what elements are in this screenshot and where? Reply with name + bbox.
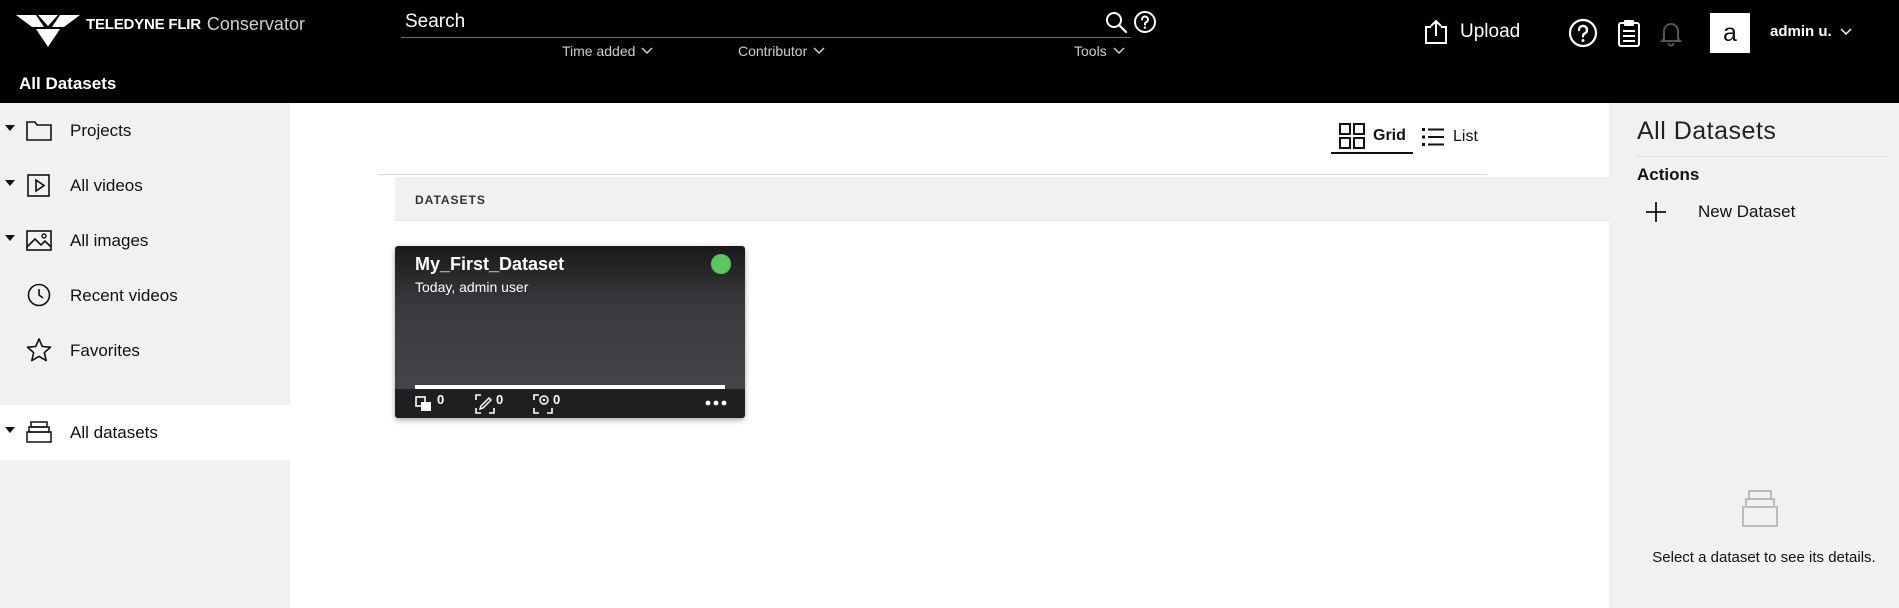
sidebar-item-all-datasets[interactable]: All datasets <box>0 405 290 460</box>
search-input[interactable] <box>401 10 1131 33</box>
dataset-icon <box>1742 490 1778 527</box>
expand-caret-icon[interactable] <box>5 235 15 241</box>
search-bar <box>401 6 1131 38</box>
expand-caret-icon[interactable] <box>5 427 15 433</box>
actions-heading: Actions <box>1637 165 1700 184</box>
teledyne-logo-icon <box>16 15 80 47</box>
search-help-icon[interactable] <box>1133 10 1157 34</box>
dataset-name: My_First_Dataset <box>415 254 565 274</box>
sidebar-item-label: Projects <box>70 120 132 140</box>
sidebar-item-label: Recent videos <box>70 285 178 305</box>
qa-count: 0 <box>553 392 561 407</box>
filter-label: Tools <box>1074 43 1107 59</box>
sidebar: Projects All videos All images Recent vi… <box>0 103 290 608</box>
new-dataset-label: New Dataset <box>1698 202 1796 221</box>
bell-icon[interactable] <box>1656 18 1686 48</box>
view-list-button[interactable]: List <box>1419 120 1478 154</box>
frames-stat: 0 <box>415 392 444 412</box>
new-dataset-button[interactable]: New Dataset <box>1645 201 1795 223</box>
more-options-icon[interactable] <box>705 399 727 407</box>
sidebar-item-label: All datasets <box>70 422 158 442</box>
user-menu[interactable]: admin u. <box>1770 23 1852 40</box>
upload-label: Upload <box>1460 21 1521 42</box>
dataset-card[interactable]: My_First_Dataset Today, admin user 0 0 0 <box>395 246 745 418</box>
upload-button[interactable]: Upload <box>1424 19 1520 45</box>
main-content: Grid List DATASETS My_First_Dataset Toda… <box>290 103 1609 608</box>
frames-count: 0 <box>437 392 445 407</box>
view-grid-button[interactable]: Grid <box>1331 120 1413 154</box>
annotations-stat: 0 <box>475 392 503 414</box>
qa-stat: 0 <box>533 392 560 414</box>
filter-time-added[interactable]: Time added <box>562 43 653 59</box>
top-header: TELEDYNE FLIR Conservator All Datasets T… <box>0 0 1899 103</box>
filter-label: Time added <box>562 43 636 59</box>
clipboard-icon[interactable] <box>1614 18 1644 48</box>
view-list-label: List <box>1453 128 1478 145</box>
page-title: All Datasets <box>19 74 117 93</box>
view-grid-label: Grid <box>1373 127 1406 144</box>
filter-label: Contributor <box>738 43 808 59</box>
annotations-count: 0 <box>496 392 504 407</box>
app-logo[interactable]: TELEDYNE FLIR Conservator <box>14 13 305 49</box>
filter-contributor[interactable]: Contributor <box>738 43 825 59</box>
section-header: DATASETS <box>395 177 1609 221</box>
user-name: admin u. <box>1770 23 1832 40</box>
details-panel: All Datasets Actions New Dataset Select … <box>1609 103 1899 608</box>
card-footer: 0 0 0 <box>395 389 745 418</box>
star-icon <box>26 338 52 362</box>
expand-caret-icon[interactable] <box>5 180 15 186</box>
chevron-down-icon <box>1840 27 1852 35</box>
sidebar-item-label: All images <box>70 230 149 250</box>
grid-icon <box>1339 123 1365 149</box>
sidebar-item-all-images[interactable]: All images <box>0 213 290 268</box>
filter-tools[interactable]: Tools <box>1074 43 1125 59</box>
qa-status-icon <box>533 394 553 414</box>
avatar[interactable]: a <box>1710 13 1750 53</box>
sidebar-item-projects[interactable]: Projects <box>0 103 290 158</box>
clock-icon <box>27 283 51 307</box>
status-indicator <box>711 254 731 274</box>
section-title: DATASETS <box>415 193 486 207</box>
empty-state-message: Select a dataset to see its details. <box>1652 549 1876 566</box>
frames-icon <box>415 396 431 411</box>
help-icon[interactable] <box>1568 18 1598 48</box>
brand-name: TELEDYNE FLIR <box>86 15 201 33</box>
divider <box>1637 156 1887 157</box>
sidebar-item-all-videos[interactable]: All videos <box>0 158 290 213</box>
chevron-down-icon <box>813 47 825 55</box>
dataset-icon <box>26 421 52 443</box>
list-icon <box>1422 128 1444 146</box>
sidebar-item-label: Favorites <box>70 340 140 360</box>
folder-icon <box>26 121 52 141</box>
search-icon[interactable] <box>1104 10 1128 34</box>
dataset-subtitle: Today, admin user <box>415 279 529 295</box>
annotation-icon <box>475 394 495 414</box>
sidebar-item-favorites[interactable]: Favorites <box>0 323 290 378</box>
sidebar-item-label: All videos <box>70 175 143 195</box>
expand-caret-icon[interactable] <box>5 125 15 131</box>
upload-icon <box>1425 19 1447 44</box>
chevron-down-icon <box>1113 47 1125 55</box>
sidebar-item-recent-videos[interactable]: Recent videos <box>0 268 290 323</box>
image-icon <box>26 230 52 251</box>
panel-title: All Datasets <box>1637 117 1777 145</box>
divider <box>378 174 1487 175</box>
chevron-down-icon <box>641 47 653 55</box>
plus-icon <box>1646 202 1666 222</box>
video-icon <box>27 174 50 197</box>
product-name: Conservator <box>206 13 305 34</box>
